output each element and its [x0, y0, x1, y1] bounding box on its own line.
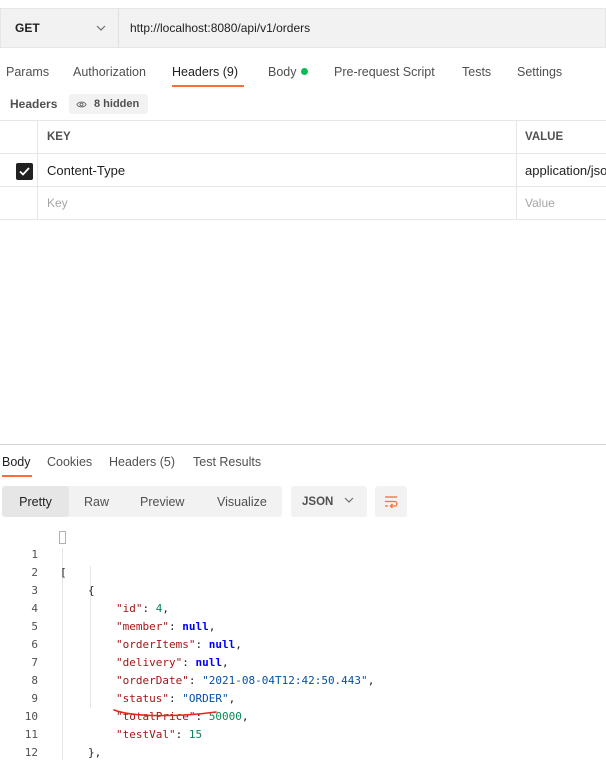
tab-response-headers[interactable]: Headers (5) — [109, 455, 175, 469]
new-value-input[interactable]: Value — [517, 187, 606, 219]
checkmark-icon — [19, 167, 30, 176]
code-line: 12 { — [0, 726, 606, 759]
tab-pre-request-script[interactable]: Pre-request Script — [334, 65, 435, 79]
annotation-underline — [113, 709, 217, 717]
pane-divider[interactable] — [0, 444, 606, 445]
headers-subbar: Headers 8 hidden — [0, 93, 606, 115]
code-line: 5 "orderItems": null, — [0, 600, 606, 651]
wrap-lines-icon — [385, 495, 398, 508]
hidden-headers-toggle[interactable]: 8 hidden — [69, 94, 149, 114]
view-visualize-button[interactable]: Visualize — [217, 486, 267, 517]
checkbox-cell-empty — [0, 187, 38, 219]
eye-icon — [76, 99, 87, 110]
code-line: 1 [ — [0, 528, 606, 579]
tab-tests[interactable]: Tests — [462, 65, 491, 79]
view-pretty-button[interactable]: Pretty — [2, 486, 69, 517]
code-line: 6 "delivery": null, — [0, 618, 606, 669]
checkbox-column-header — [0, 121, 38, 153]
value-column-header: VALUE — [525, 131, 564, 143]
body-active-dot-icon — [300, 68, 308, 75]
format-select[interactable]: JSON — [291, 486, 367, 517]
key-column-header: KEY — [38, 121, 517, 153]
response-tabs: Body Cookies Headers (5) Test Results — [0, 452, 606, 478]
chevron-down-icon — [96, 22, 106, 34]
header-enabled-checkbox[interactable] — [16, 163, 33, 180]
hidden-headers-label: 8 hidden — [94, 98, 140, 110]
code-line: 3 "id": 4, — [0, 564, 606, 615]
format-label: JSON — [302, 495, 334, 508]
tab-headers[interactable]: Headers (9) — [172, 65, 238, 79]
tab-response-body[interactable]: Body — [2, 455, 31, 469]
view-mode-selector: Pretty Raw Preview Visualize — [2, 486, 282, 517]
code-line: 7 "orderDate": "2021-08-04T12:42:50.443"… — [0, 636, 606, 687]
new-key-input[interactable]: Key — [38, 187, 517, 219]
code-line: 9 "totalPrice": 50000, — [0, 672, 606, 723]
wrap-lines-button[interactable] — [375, 486, 407, 517]
code-line: 11 }, — [0, 708, 606, 759]
view-raw-button[interactable]: Raw — [84, 486, 109, 517]
tab-body-label: Body — [268, 65, 297, 79]
view-preview-button[interactable]: Preview — [140, 486, 184, 517]
code-line: 2 { — [0, 546, 606, 597]
table-header-row: KEY VALUE — [0, 121, 606, 154]
request-url-bar: GET http://localhost:8080/api/v1/orders — [0, 8, 606, 48]
method-label: GET — [15, 21, 40, 35]
table-row: Content-Type application/json — [0, 154, 606, 187]
tab-params[interactable]: Params — [6, 65, 49, 79]
headers-title: Headers — [10, 97, 58, 111]
header-key-cell[interactable]: Content-Type — [38, 154, 517, 186]
code-line: 10 "testVal": 15 — [0, 690, 606, 741]
header-value-cell[interactable]: application/json — [517, 154, 606, 186]
headers-table: KEY VALUE Content-Type application/json … — [0, 120, 606, 220]
active-tab-underline — [172, 85, 244, 87]
method-select[interactable]: GET — [0, 8, 118, 48]
response-body-code[interactable]: 1 [ 2 { 3 "id": 4, 4 "member": null, 5 "… — [0, 528, 606, 760]
tab-authorization[interactable]: Authorization — [73, 65, 146, 79]
code-line: 8 "status": "ORDER", — [0, 654, 606, 705]
code-line: 13 "id": 11, — [0, 744, 606, 760]
tab-test-results[interactable]: Test Results — [193, 455, 261, 469]
tab-settings[interactable]: Settings — [517, 65, 562, 79]
checkbox-cell — [0, 154, 38, 186]
tab-cookies[interactable]: Cookies — [47, 455, 92, 469]
code-line: 4 "member": null, — [0, 582, 606, 633]
url-input[interactable]: http://localhost:8080/api/v1/orders — [118, 8, 606, 48]
active-tab-underline — [2, 475, 32, 477]
tab-body[interactable]: Body — [268, 65, 308, 79]
request-tabs: Params Authorization Headers (9) Body Pr… — [0, 60, 606, 88]
table-row-new: Key Value — [0, 187, 606, 220]
chevron-down-icon — [344, 494, 354, 506]
